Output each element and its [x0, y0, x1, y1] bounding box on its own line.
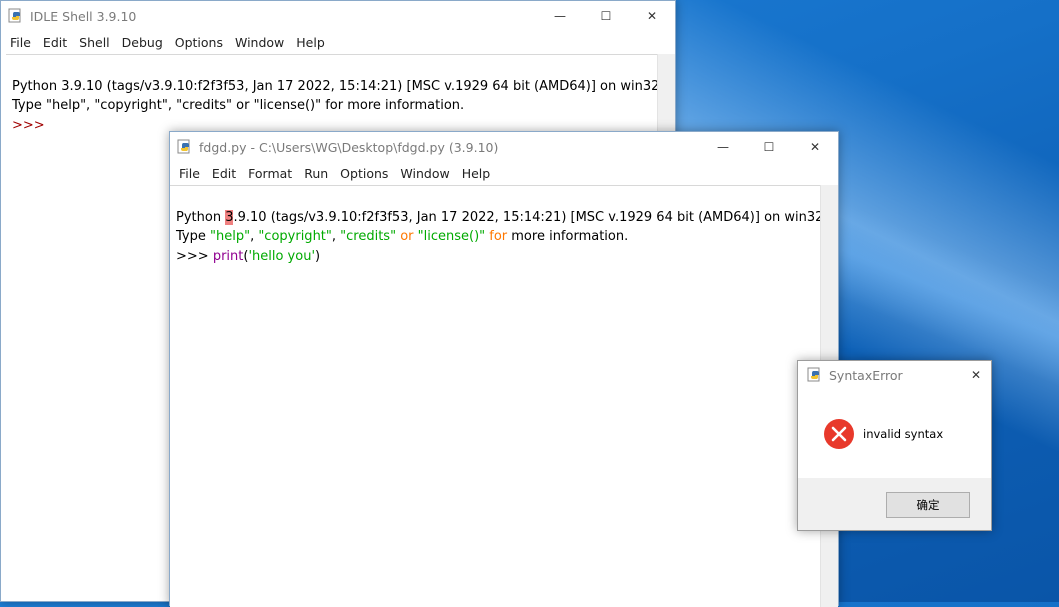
close-icon[interactable]: ✕	[961, 361, 991, 389]
python-file-icon	[177, 139, 190, 154]
string-token: "license()"	[417, 229, 486, 244]
menu-debug[interactable]: Debug	[117, 35, 170, 50]
keyword-token: for	[485, 229, 508, 244]
shell-menubar: File Edit Shell Debug Options Window Hel…	[1, 31, 675, 53]
maximize-button[interactable]: ☐	[583, 1, 629, 31]
menu-format[interactable]: Format	[243, 166, 299, 181]
ok-button[interactable]: 确定	[886, 492, 970, 518]
menu-edit[interactable]: Edit	[207, 166, 243, 181]
code-text: .9.10 (tags/v3.9.10:f2f3f53, Jan 17 2022…	[233, 209, 824, 225]
shell-titlebar[interactable]: IDLE Shell 3.9.10 — ☐ ✕	[1, 1, 675, 31]
error-icon	[824, 419, 854, 449]
minimize-button[interactable]: —	[700, 132, 746, 162]
editor-text-area[interactable]: Python 3.9.10 (tags/v3.9.10:f2f3f53, Jan…	[170, 185, 824, 607]
string-token: "help"	[210, 229, 251, 244]
string-token: "credits"	[340, 229, 397, 244]
code-text: )	[315, 248, 321, 264]
code-line-2: Type "help", "copyright", "credits" or "…	[176, 229, 628, 244]
builtin-token: print	[212, 248, 244, 264]
python-idle-icon	[807, 367, 820, 382]
syntax-error-dialog: SyntaxError ✕ invalid syntax 确定	[797, 360, 992, 531]
code-line-3: >>> print('hello you')	[176, 249, 320, 264]
menu-options[interactable]: Options	[170, 35, 230, 50]
maximize-button[interactable]: ☐	[746, 132, 792, 162]
code-text: Python	[176, 209, 226, 225]
menu-window[interactable]: Window	[230, 35, 291, 50]
editor-menubar: File Edit Format Run Options Window Help	[170, 162, 838, 184]
menu-file[interactable]: File	[5, 35, 38, 50]
string-token: 'hello you'	[248, 248, 316, 264]
close-button[interactable]: ✕	[629, 1, 675, 31]
minimize-button[interactable]: —	[537, 1, 583, 31]
dialog-title: SyntaxError	[829, 367, 903, 383]
shell-title: IDLE Shell 3.9.10	[30, 8, 137, 24]
code-text: more information.	[507, 229, 629, 244]
error-message: invalid syntax	[863, 427, 944, 441]
code-text: Type	[176, 229, 210, 244]
editor-titlebar[interactable]: fdgd.py - C:\Users\WG\Desktop\fdgd.py (3…	[170, 132, 838, 162]
keyword-token: or	[396, 229, 418, 244]
editor-window: fdgd.py - C:\Users\WG\Desktop\fdgd.py (3…	[169, 131, 839, 607]
string-token: "copyright"	[258, 229, 332, 244]
shell-banner-line: Python 3.9.10 (tags/v3.9.10:f2f3f53, Jan…	[12, 78, 660, 94]
menu-run[interactable]: Run	[299, 166, 335, 181]
code-text: ,	[331, 229, 341, 244]
prompt-text: >>>	[176, 248, 213, 264]
shell-help-line: Type "help", "copyright", "credits" or "…	[12, 98, 465, 113]
shell-prompt: >>>	[12, 117, 45, 133]
menu-edit[interactable]: Edit	[38, 35, 74, 50]
python-idle-icon	[8, 8, 21, 23]
menu-window[interactable]: Window	[395, 166, 456, 181]
menu-help[interactable]: Help	[457, 166, 498, 181]
menu-shell[interactable]: Shell	[74, 35, 117, 50]
menu-file[interactable]: File	[174, 166, 207, 181]
dialog-titlebar[interactable]: SyntaxError ✕	[798, 361, 991, 389]
menu-options[interactable]: Options	[335, 166, 395, 181]
code-line-1: Python 3.9.10 (tags/v3.9.10:f2f3f53, Jan…	[176, 209, 824, 225]
editor-title: fdgd.py - C:\Users\WG\Desktop\fdgd.py (3…	[199, 139, 499, 155]
menu-help[interactable]: Help	[291, 35, 332, 50]
close-button[interactable]: ✕	[792, 132, 838, 162]
